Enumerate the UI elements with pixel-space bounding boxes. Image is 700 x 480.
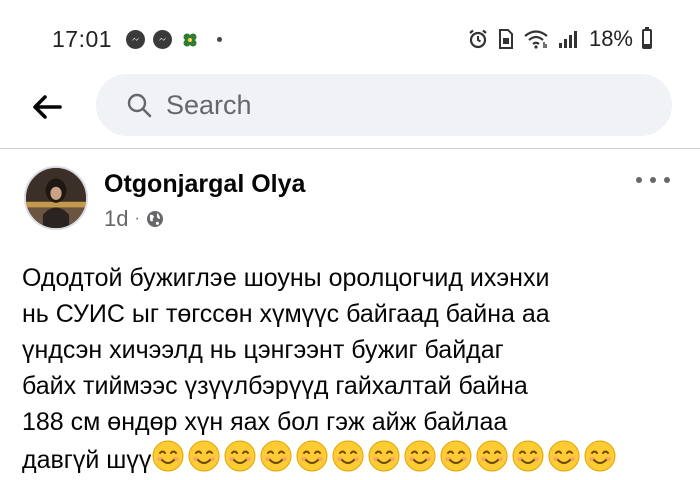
- smiling-face-emoji-icon: [260, 440, 292, 472]
- post-text-line: Ододтой бужиглэе шоуны оролцогчид ихэнхи: [22, 264, 550, 292]
- smiling-face-emoji-icon: [332, 440, 364, 472]
- smiling-face-emoji-icon: [296, 440, 328, 472]
- battery-level-fill: [644, 44, 650, 47]
- smiling-face-emoji-icon: [404, 440, 436, 472]
- post-text-line: үндсэн хичээлд нь цэнгээнт бужиг байдаг: [22, 336, 504, 364]
- meta-separator: ·: [134, 210, 140, 227]
- smiling-face-emoji-icon: [476, 440, 508, 472]
- search-bar[interactable]: [96, 74, 672, 136]
- avatar-photo: [26, 168, 86, 228]
- app-notification-icon: [180, 30, 199, 49]
- more-dot-icon: [664, 177, 670, 183]
- search-header: [0, 72, 700, 142]
- post: Otgonjargal Olya 1d · Ододтой бужиглэе ш…: [0, 150, 700, 480]
- sim-card-icon: [498, 29, 513, 49]
- search-input[interactable]: [166, 89, 626, 121]
- post-text-line: нь СУИС ыг төгссөн хүмүүс байгаад байна …: [22, 300, 550, 328]
- post-text-line: байх тиймээс үзүүлбэрүүд гайхалтай байна: [22, 372, 528, 400]
- post-meta: 1d ·: [104, 206, 164, 232]
- more-notifications-dot-icon: [217, 37, 222, 42]
- smiling-face-emoji-icon: [584, 440, 616, 472]
- messenger-notification-icon: [126, 30, 145, 49]
- smiling-face-emoji-icon: [512, 440, 544, 472]
- header-divider: [0, 148, 700, 149]
- alarm-icon: [469, 29, 487, 49]
- smiling-face-emoji-icon: [368, 440, 400, 472]
- status-time: 17:01: [52, 26, 113, 52]
- signal-icon: [558, 31, 577, 48]
- smiling-face-emoji-icon: [224, 440, 256, 472]
- post-text-last-line: давгүй шүү: [22, 440, 694, 478]
- emoji-row: [152, 440, 616, 472]
- smiling-face-emoji-icon: [188, 440, 220, 472]
- messenger-notification-icon-2: [153, 30, 172, 49]
- battery-icon: [642, 27, 652, 49]
- more-dot-icon: [650, 177, 656, 183]
- wifi-icon: [524, 30, 548, 49]
- status-bar: 17:01 18%: [0, 0, 700, 80]
- smiling-face-emoji-icon: [440, 440, 472, 472]
- post-text-line: давгүй шүү: [22, 446, 152, 474]
- post-text-line: 188 см өндөр хүн яах бол гэж айж байлаа: [22, 408, 508, 436]
- post-author-name[interactable]: Otgonjargal Olya: [104, 170, 305, 199]
- smiling-face-emoji-icon: [548, 440, 580, 472]
- avatar[interactable]: [24, 166, 88, 230]
- smiling-face-emoji-icon: [152, 440, 184, 472]
- arrow-left-icon: [33, 95, 62, 119]
- back-button[interactable]: [26, 88, 68, 126]
- post-text: Ододтой бужиглэе шоуны оролцогчид ихэнхи…: [22, 260, 694, 478]
- more-dot-icon: [636, 177, 642, 183]
- more-options-button[interactable]: [636, 170, 670, 190]
- post-timestamp[interactable]: 1d: [104, 206, 128, 232]
- search-icon: [127, 93, 152, 118]
- battery-percent: 18%: [588, 26, 633, 51]
- globe-icon: [146, 211, 163, 227]
